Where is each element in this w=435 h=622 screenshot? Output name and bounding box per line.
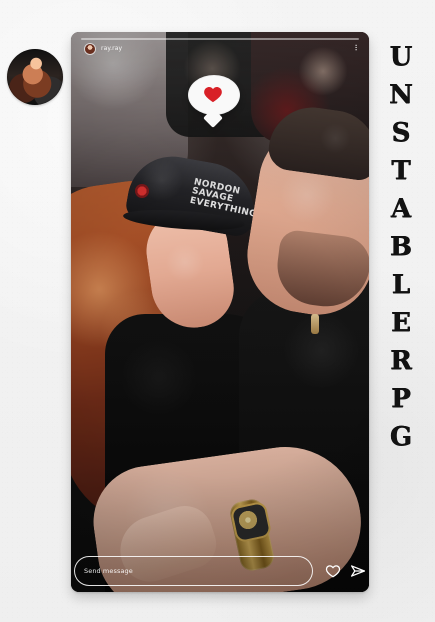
- reaction-bubble: [188, 75, 240, 115]
- story-user-avatar[interactable]: [85, 44, 95, 54]
- paper-plane-icon: [351, 565, 365, 577]
- like-button[interactable]: [323, 562, 343, 580]
- story-progress-bar: [81, 38, 359, 40]
- brand-letter: T: [391, 156, 411, 186]
- brand-vertical-wordmark: U N S T A B L E R P G: [389, 44, 413, 582]
- share-button[interactable]: [348, 562, 368, 580]
- brand-letter: E: [391, 308, 411, 338]
- message-placeholder: Send message: [84, 566, 133, 575]
- profile-avatar[interactable]: [7, 49, 63, 105]
- message-input[interactable]: Send message: [74, 556, 313, 586]
- story-card: NORDONSAVAGEEVERYTHING ray.ray ... Send …: [71, 32, 369, 592]
- story-username[interactable]: ray.ray: [101, 46, 122, 52]
- heart-icon: [204, 87, 222, 103]
- heart-outline-icon: [325, 565, 341, 578]
- brand-letter: L: [391, 270, 411, 300]
- brand-letter: P: [391, 384, 411, 414]
- brand-letter: U: [389, 42, 413, 72]
- more-vertical-icon[interactable]: ...: [353, 44, 364, 51]
- brand-letter: R: [390, 346, 412, 376]
- story-user[interactable]: ray.ray: [85, 44, 122, 54]
- brand-letter: B: [390, 232, 412, 262]
- brand-letter: S: [391, 118, 411, 148]
- brand-letter: N: [389, 80, 413, 110]
- brand-letter: A: [390, 194, 412, 224]
- brand-letter: G: [389, 422, 413, 452]
